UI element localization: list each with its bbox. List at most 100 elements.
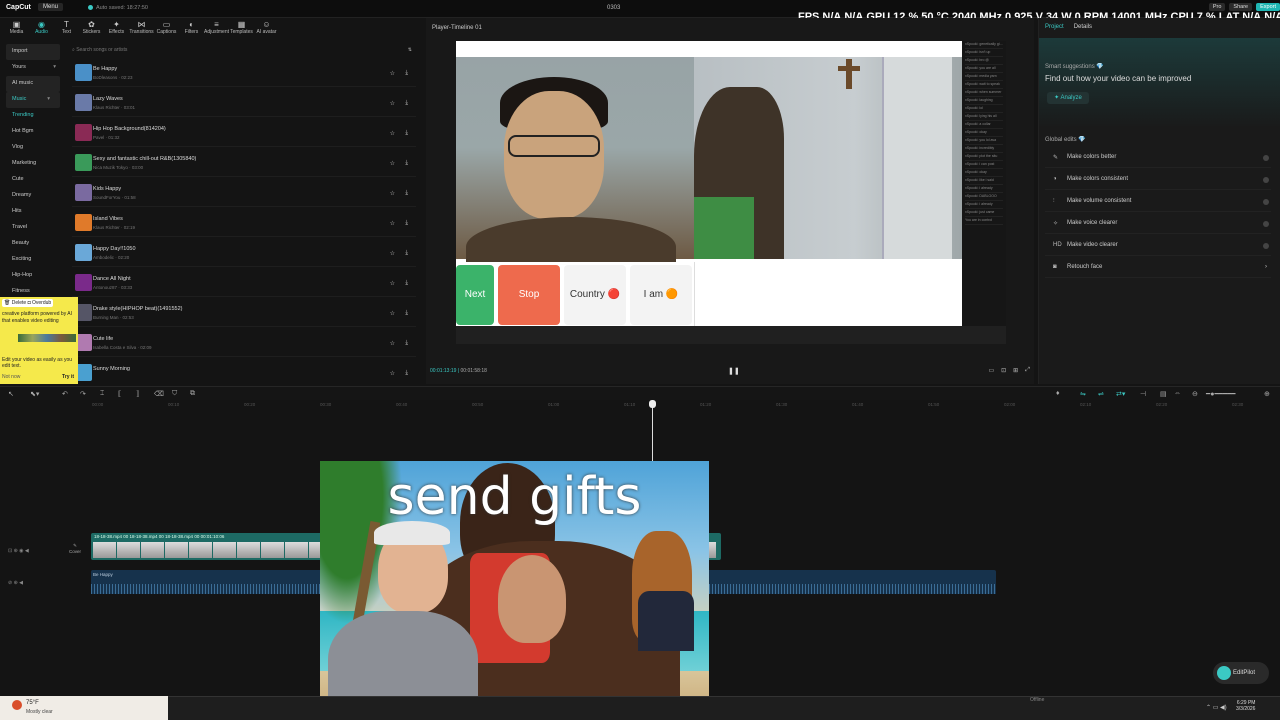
global-edit-make-colors-consistent[interactable]: ◑ Make colors consistent	[1045, 170, 1271, 190]
list-item[interactable]: Be Happy BoDleasons · 02:23 ☆ ⤓	[72, 60, 416, 87]
preview-axis-icon[interactable]: ⊣	[1140, 390, 1146, 398]
star-icon[interactable]: ☆	[390, 310, 395, 317]
menu-button[interactable]: Menu	[38, 3, 64, 11]
delete-icon[interactable]: ⌫	[154, 390, 164, 398]
global-edit-make-volume-consistent[interactable]: ⫶ Make volume consistent	[1045, 192, 1271, 212]
download-icon[interactable]: ⤓	[405, 250, 408, 257]
toolbar-effects[interactable]: ✦ Effects	[104, 18, 129, 40]
list-item[interactable]: Sunny Morning ☆ ⤓	[72, 360, 416, 384]
toolbar-adjustment[interactable]: ≡ Adjustment	[204, 18, 229, 40]
share-button[interactable]: Share	[1229, 3, 1253, 11]
pause-icon[interactable]: ❚❚	[728, 367, 740, 375]
video-preview[interactable]: Next Stop Country 🔴 I am 🟠 xSpooki: gene…	[456, 41, 1006, 344]
magnet-icon[interactable]: ⇌	[1098, 390, 1104, 398]
sidebar-item-dreamy[interactable]: Dreamy	[0, 188, 66, 204]
toolbar-stickers[interactable]: ✿ Stickers	[79, 18, 104, 40]
download-icon[interactable]: ⤓	[405, 190, 408, 197]
zoom-icon[interactable]: ⊞	[1013, 367, 1018, 374]
sidebar-item-beauty[interactable]: Beauty	[0, 236, 66, 252]
split-icon[interactable]: ⌶	[100, 390, 104, 398]
select-icon[interactable]: ↖	[8, 390, 14, 398]
playhead[interactable]	[652, 400, 653, 462]
pro-button[interactable]: Pro	[1208, 3, 1226, 11]
toolbar-audio[interactable]: ◉ Audio	[29, 18, 54, 40]
list-item[interactable]: Drake style(HIPHOP beat)(1491552) Burning…	[72, 300, 416, 327]
playhead-handle[interactable]	[649, 400, 656, 408]
download-icon[interactable]: ⤓	[405, 160, 408, 167]
crop-timeline-icon[interactable]: ⧉	[190, 390, 195, 398]
tab-details[interactable]: Details	[1074, 24, 1092, 30]
crop-icon[interactable]: ⊡	[1001, 367, 1006, 374]
star-icon[interactable]: ☆	[390, 220, 395, 227]
sidebar-item-travel[interactable]: Travel	[0, 220, 66, 236]
sidebar-item-hot-bgm[interactable]: Hot Bgm	[0, 124, 66, 140]
stop-button[interactable]: Stop	[498, 265, 560, 325]
toolbar-media[interactable]: ▣ Media	[4, 18, 29, 40]
toolbar-transitions[interactable]: ⋈ Transitions	[129, 18, 154, 40]
toolbar-templates[interactable]: ▦ Templates	[229, 18, 254, 40]
next-button[interactable]: Next	[456, 265, 494, 325]
mic-icon[interactable]: ♦	[1056, 390, 1060, 397]
timeline-ruler[interactable]: 00:00 00:10 00:20 00:30 00:40 00:50 01:00 01:10…	[92, 402, 1272, 410]
toggle-dot-icon[interactable]	[1263, 243, 1269, 249]
sidebar-item-ai-music[interactable]: AI music	[6, 76, 60, 92]
list-item[interactable]: Dance All Night Antonouz87 · 03:33 ☆ ⤓	[72, 270, 416, 297]
split-right-icon[interactable]: ⟧	[136, 390, 139, 398]
list-item[interactable]: Happy Day!!1050 Ambodelic · 02:20 ☆ ⤓	[72, 240, 416, 267]
sidebar-item-hits[interactable]: Hits	[0, 204, 66, 220]
star-icon[interactable]: ☆	[390, 70, 395, 77]
system-tray[interactable]: ⌃ ▭ ◀)	[1206, 704, 1227, 711]
analyze-button[interactable]: ✦ Analyze	[1047, 92, 1089, 104]
toolbar-captions[interactable]: ▭ Captions	[154, 18, 179, 40]
search-input[interactable]: ⌕ Search songs or artists ⇅	[72, 47, 412, 56]
link-icon[interactable]: ⇋	[1080, 390, 1086, 398]
zoom-slider[interactable]: ━●━━━━━	[1206, 390, 1236, 398]
filter-icon[interactable]: ⇅	[408, 47, 412, 53]
country-button[interactable]: Country 🔴	[564, 265, 626, 325]
sidebar-item-trending[interactable]: Trending	[0, 108, 66, 124]
undo-icon[interactable]: ↶	[62, 390, 68, 398]
tab-project[interactable]: Project	[1045, 24, 1064, 30]
audio-track-icon[interactable]: ⊘ ⊕ ◀	[8, 580, 23, 586]
star-icon[interactable]: ☆	[390, 100, 395, 107]
toggle-dot-icon[interactable]	[1263, 155, 1269, 161]
redo-icon[interactable]: ↷	[80, 390, 86, 398]
download-icon[interactable]: ⤓	[405, 280, 408, 287]
star-icon[interactable]: ☆	[390, 340, 395, 347]
split-left-icon[interactable]: ⟦	[118, 390, 121, 398]
global-edit-make-video-clearer[interactable]: HD Make video clearer	[1045, 236, 1271, 256]
star-icon[interactable]: ☆	[390, 370, 395, 377]
track-lock-icon[interactable]: ⊡ ⊕ ◉ ◀	[8, 548, 29, 554]
toolbar-ai-avatar[interactable]: ☺ AI avatar	[254, 18, 279, 40]
sidebar-item-yours[interactable]: Yours ▾	[0, 60, 66, 76]
toggle-dot-icon[interactable]	[1263, 177, 1269, 183]
star-icon[interactable]: ☆	[390, 190, 395, 197]
toggle-dot-icon[interactable]	[1263, 199, 1269, 205]
global-edit-retouch-face[interactable]: ◙ Retouch face ›	[1045, 258, 1271, 278]
caption-icon[interactable]: ▤	[1160, 390, 1167, 398]
toolbar-filters[interactable]: ◐ Filters	[179, 18, 204, 40]
download-icon[interactable]: ⤓	[405, 220, 408, 227]
list-item[interactable]: Cute life Isabella Costa e Silva · 02:09 ☆…	[72, 330, 416, 357]
fit-icon[interactable]: ⇔	[1174, 390, 1181, 397]
export-button[interactable]: Export	[1256, 3, 1280, 11]
download-icon[interactable]: ⤓	[405, 340, 408, 347]
try-it-button[interactable]: Try it	[62, 374, 74, 380]
zoom-in-icon[interactable]: ⊕	[1264, 390, 1270, 398]
not-now-button[interactable]: Not now	[2, 374, 20, 380]
download-icon[interactable]: ⤓	[405, 100, 408, 107]
list-item[interactable]: Lazy Waves Klaus Richter · 03:01 ☆ ⤓	[72, 90, 416, 117]
i-am-button[interactable]: I am 🟠	[630, 265, 692, 325]
star-icon[interactable]: ☆	[390, 130, 395, 137]
shield-icon[interactable]: ⛉	[172, 390, 177, 398]
star-icon[interactable]: ☆	[390, 160, 395, 167]
ratio-icon[interactable]: ▭	[988, 367, 994, 374]
download-icon[interactable]: ⤓	[405, 130, 408, 137]
download-icon[interactable]: ⤓	[405, 370, 408, 377]
clock[interactable]: 6:29 PM 3/3/2026	[1236, 700, 1255, 712]
fullscreen-icon[interactable]: ⤢	[1025, 367, 1030, 374]
star-icon[interactable]: ☆	[390, 250, 395, 257]
download-icon[interactable]: ⤓	[405, 310, 408, 317]
snap-icon[interactable]: ⇄▾	[1116, 390, 1125, 398]
sidebar-item-exciting[interactable]: Exciting	[0, 252, 66, 268]
